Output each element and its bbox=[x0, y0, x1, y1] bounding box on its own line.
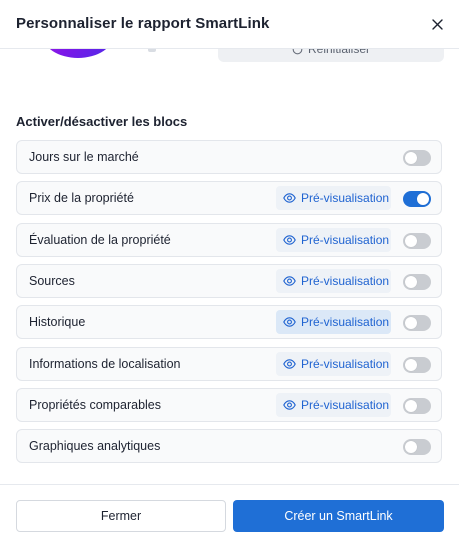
toggle-knob bbox=[405, 234, 417, 247]
block-label: Graphiques analytiques bbox=[29, 439, 161, 454]
toggle-knob bbox=[405, 275, 417, 288]
block-label: Jours sur le marché bbox=[29, 150, 139, 164]
eye-icon bbox=[283, 317, 296, 327]
preview-label: Pré-visualisation bbox=[301, 232, 390, 247]
blocks-section-title: Activer/désactiver les blocs bbox=[16, 114, 188, 129]
toggle-knob bbox=[405, 399, 417, 412]
preview-button[interactable]: Pré-visualisation bbox=[276, 268, 391, 293]
block-toggle[interactable] bbox=[403, 439, 431, 456]
preview-button[interactable]: Pré-visualisation bbox=[276, 310, 391, 335]
preview-label: Pré-visualisation bbox=[301, 397, 390, 412]
eye-icon bbox=[283, 400, 296, 410]
toggle-knob bbox=[417, 193, 429, 206]
block-toggle[interactable] bbox=[403, 150, 431, 166]
preview-label: Pré-visualisation bbox=[301, 315, 390, 330]
eye-icon bbox=[283, 358, 296, 369]
preview-button[interactable]: Pré-visualisation bbox=[276, 392, 391, 417]
close-icon bbox=[431, 18, 443, 30]
block-label: Informations de localisation bbox=[29, 356, 181, 371]
block-toggle[interactable] bbox=[403, 232, 431, 249]
toggle-knob bbox=[405, 152, 417, 164]
toggle-knob bbox=[405, 358, 417, 371]
block-row: Propriétés comparables Pré-visualisation bbox=[16, 387, 442, 422]
block-toggle[interactable] bbox=[403, 315, 431, 332]
block-label: Historique bbox=[29, 315, 86, 330]
block-label: Propriétés comparables bbox=[29, 397, 162, 412]
block-toggle[interactable] bbox=[403, 191, 431, 208]
eye-icon bbox=[283, 276, 296, 286]
eye-icon bbox=[283, 234, 296, 245]
block-row: Graphiques analytiques bbox=[16, 429, 442, 464]
block-label: Prix de la propriété bbox=[29, 191, 134, 206]
block-row: Sources Pré-visualisation bbox=[16, 263, 442, 298]
block-row: Évaluation de la propriété Pré-visualisat… bbox=[16, 222, 442, 257]
reset-button[interactable]: Réinitialiser bbox=[218, 48, 444, 62]
block-row: Informations de localisation Pré-visualis… bbox=[16, 346, 442, 381]
avatar bbox=[42, 48, 114, 58]
preview-label: Pré-visualisation bbox=[301, 191, 390, 206]
preview-label: Pré-visualisation bbox=[301, 356, 390, 371]
eye-icon bbox=[283, 193, 296, 204]
block-toggle[interactable] bbox=[403, 273, 431, 290]
block-row: Prix de la propriété Pré-visualisation bbox=[16, 181, 442, 216]
block-row: Jours sur le marché bbox=[16, 140, 442, 174]
close-button[interactable] bbox=[426, 13, 448, 35]
reset-label: Réinitialiser bbox=[307, 48, 371, 56]
preview-button[interactable]: Pré-visualisation bbox=[276, 227, 391, 252]
preview-button[interactable]: Pré-visualisation bbox=[276, 186, 391, 211]
block-toggle[interactable] bbox=[403, 397, 431, 414]
block-toggle[interactable] bbox=[403, 356, 431, 373]
preview-button[interactable]: Pré-visualisation bbox=[276, 351, 391, 376]
modal-title: Personnaliser le rapport SmartLink bbox=[16, 15, 270, 32]
block-row: Historique Pré-visualisation bbox=[16, 305, 442, 340]
create-smartlink-button[interactable]: Créer un SmartLink bbox=[233, 500, 444, 532]
customize-report-modal: Personnaliser le rapport SmartLink Réini… bbox=[0, 0, 459, 548]
modal-header: Personnaliser le rapport SmartLink bbox=[0, 0, 459, 49]
close-modal-button[interactable]: Fermer bbox=[16, 500, 226, 532]
block-label: Sources bbox=[29, 273, 75, 288]
block-label: Évaluation de la propriété bbox=[29, 232, 171, 247]
preview-label: Pré-visualisation bbox=[301, 273, 390, 288]
toggle-knob bbox=[405, 441, 417, 454]
modal-body[interactable]: Réinitialiser Activer/désactiver les blo… bbox=[0, 48, 459, 484]
toggle-knob bbox=[405, 317, 417, 330]
modal-footer: Fermer Créer un SmartLink bbox=[0, 484, 459, 548]
